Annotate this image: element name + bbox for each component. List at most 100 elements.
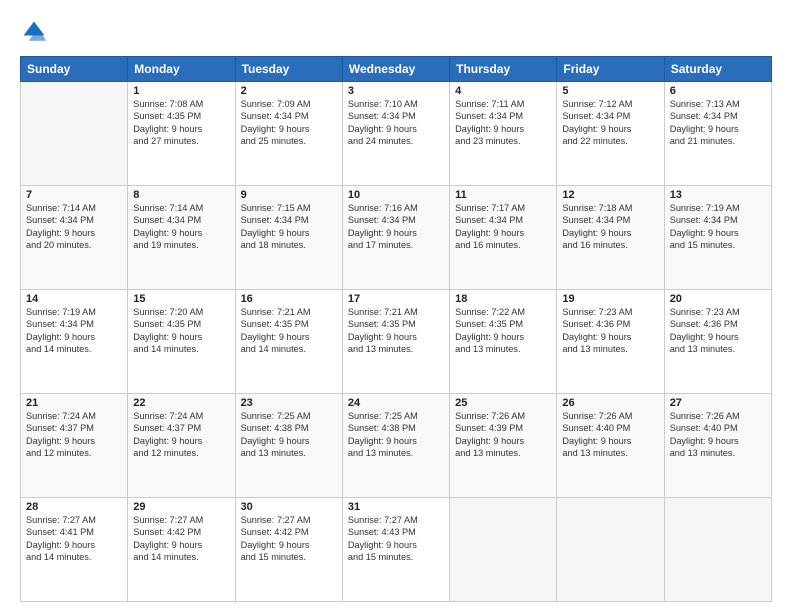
- day-info: Sunrise: 7:15 AMSunset: 4:34 PMDaylight:…: [241, 202, 337, 252]
- day-info: Sunrise: 7:11 AMSunset: 4:34 PMDaylight:…: [455, 98, 551, 148]
- table-row: 2Sunrise: 7:09 AMSunset: 4:34 PMDaylight…: [235, 82, 342, 186]
- table-row: 4Sunrise: 7:11 AMSunset: 4:34 PMDaylight…: [450, 82, 557, 186]
- day-number: 30: [241, 501, 337, 513]
- day-number: 9: [241, 189, 337, 201]
- generalblue-logo-icon: [20, 18, 48, 46]
- day-info: Sunrise: 7:21 AMSunset: 4:35 PMDaylight:…: [241, 306, 337, 356]
- table-row: 3Sunrise: 7:10 AMSunset: 4:34 PMDaylight…: [342, 82, 449, 186]
- day-number: 6: [670, 85, 766, 97]
- calendar-header-row: Sunday Monday Tuesday Wednesday Thursday…: [21, 57, 772, 82]
- table-row: 26Sunrise: 7:26 AMSunset: 4:40 PMDayligh…: [557, 394, 664, 498]
- table-row: 8Sunrise: 7:14 AMSunset: 4:34 PMDaylight…: [128, 186, 235, 290]
- day-info: Sunrise: 7:24 AMSunset: 4:37 PMDaylight:…: [26, 410, 122, 460]
- table-row: 6Sunrise: 7:13 AMSunset: 4:34 PMDaylight…: [664, 82, 771, 186]
- day-number: 21: [26, 397, 122, 409]
- day-info: Sunrise: 7:25 AMSunset: 4:38 PMDaylight:…: [348, 410, 444, 460]
- day-info: Sunrise: 7:14 AMSunset: 4:34 PMDaylight:…: [133, 202, 229, 252]
- day-number: 19: [562, 293, 658, 305]
- col-sunday: Sunday: [21, 57, 128, 82]
- col-thursday: Thursday: [450, 57, 557, 82]
- day-info: Sunrise: 7:27 AMSunset: 4:42 PMDaylight:…: [241, 514, 337, 564]
- table-row: 19Sunrise: 7:23 AMSunset: 4:36 PMDayligh…: [557, 290, 664, 394]
- day-number: 25: [455, 397, 551, 409]
- day-info: Sunrise: 7:14 AMSunset: 4:34 PMDaylight:…: [26, 202, 122, 252]
- table-row: 12Sunrise: 7:18 AMSunset: 4:34 PMDayligh…: [557, 186, 664, 290]
- day-number: 29: [133, 501, 229, 513]
- logo: [20, 18, 52, 46]
- table-row: 27Sunrise: 7:26 AMSunset: 4:40 PMDayligh…: [664, 394, 771, 498]
- day-info: Sunrise: 7:10 AMSunset: 4:34 PMDaylight:…: [348, 98, 444, 148]
- table-row: 18Sunrise: 7:22 AMSunset: 4:35 PMDayligh…: [450, 290, 557, 394]
- day-number: 28: [26, 501, 122, 513]
- day-info: Sunrise: 7:20 AMSunset: 4:35 PMDaylight:…: [133, 306, 229, 356]
- day-info: Sunrise: 7:23 AMSunset: 4:36 PMDaylight:…: [670, 306, 766, 356]
- calendar-week-row: 28Sunrise: 7:27 AMSunset: 4:41 PMDayligh…: [21, 498, 772, 602]
- table-row: 13Sunrise: 7:19 AMSunset: 4:34 PMDayligh…: [664, 186, 771, 290]
- day-number: 31: [348, 501, 444, 513]
- day-info: Sunrise: 7:22 AMSunset: 4:35 PMDaylight:…: [455, 306, 551, 356]
- day-number: 3: [348, 85, 444, 97]
- day-info: Sunrise: 7:27 AMSunset: 4:42 PMDaylight:…: [133, 514, 229, 564]
- table-row: 17Sunrise: 7:21 AMSunset: 4:35 PMDayligh…: [342, 290, 449, 394]
- day-number: 23: [241, 397, 337, 409]
- calendar-week-row: 1Sunrise: 7:08 AMSunset: 4:35 PMDaylight…: [21, 82, 772, 186]
- table-row: 9Sunrise: 7:15 AMSunset: 4:34 PMDaylight…: [235, 186, 342, 290]
- day-info: Sunrise: 7:21 AMSunset: 4:35 PMDaylight:…: [348, 306, 444, 356]
- day-number: 22: [133, 397, 229, 409]
- col-friday: Friday: [557, 57, 664, 82]
- day-number: 26: [562, 397, 658, 409]
- page: Sunday Monday Tuesday Wednesday Thursday…: [0, 0, 792, 612]
- day-info: Sunrise: 7:19 AMSunset: 4:34 PMDaylight:…: [26, 306, 122, 356]
- day-number: 4: [455, 85, 551, 97]
- day-number: 27: [670, 397, 766, 409]
- calendar-week-row: 7Sunrise: 7:14 AMSunset: 4:34 PMDaylight…: [21, 186, 772, 290]
- table-row: 31Sunrise: 7:27 AMSunset: 4:43 PMDayligh…: [342, 498, 449, 602]
- day-info: Sunrise: 7:26 AMSunset: 4:40 PMDaylight:…: [562, 410, 658, 460]
- day-number: 10: [348, 189, 444, 201]
- calendar-week-row: 14Sunrise: 7:19 AMSunset: 4:34 PMDayligh…: [21, 290, 772, 394]
- day-number: 1: [133, 85, 229, 97]
- day-number: 12: [562, 189, 658, 201]
- day-info: Sunrise: 7:18 AMSunset: 4:34 PMDaylight:…: [562, 202, 658, 252]
- day-number: 7: [26, 189, 122, 201]
- day-number: 2: [241, 85, 337, 97]
- table-row: 1Sunrise: 7:08 AMSunset: 4:35 PMDaylight…: [128, 82, 235, 186]
- day-number: 5: [562, 85, 658, 97]
- table-row: 10Sunrise: 7:16 AMSunset: 4:34 PMDayligh…: [342, 186, 449, 290]
- day-info: Sunrise: 7:26 AMSunset: 4:40 PMDaylight:…: [670, 410, 766, 460]
- day-number: 8: [133, 189, 229, 201]
- table-row: [21, 82, 128, 186]
- table-row: 5Sunrise: 7:12 AMSunset: 4:34 PMDaylight…: [557, 82, 664, 186]
- day-number: 16: [241, 293, 337, 305]
- table-row: [557, 498, 664, 602]
- day-info: Sunrise: 7:12 AMSunset: 4:34 PMDaylight:…: [562, 98, 658, 148]
- table-row: 25Sunrise: 7:26 AMSunset: 4:39 PMDayligh…: [450, 394, 557, 498]
- table-row: [664, 498, 771, 602]
- table-row: 30Sunrise: 7:27 AMSunset: 4:42 PMDayligh…: [235, 498, 342, 602]
- day-info: Sunrise: 7:17 AMSunset: 4:34 PMDaylight:…: [455, 202, 551, 252]
- table-row: 21Sunrise: 7:24 AMSunset: 4:37 PMDayligh…: [21, 394, 128, 498]
- table-row: 20Sunrise: 7:23 AMSunset: 4:36 PMDayligh…: [664, 290, 771, 394]
- day-info: Sunrise: 7:23 AMSunset: 4:36 PMDaylight:…: [562, 306, 658, 356]
- day-number: 14: [26, 293, 122, 305]
- col-saturday: Saturday: [664, 57, 771, 82]
- day-info: Sunrise: 7:26 AMSunset: 4:39 PMDaylight:…: [455, 410, 551, 460]
- table-row: 24Sunrise: 7:25 AMSunset: 4:38 PMDayligh…: [342, 394, 449, 498]
- day-number: 20: [670, 293, 766, 305]
- day-number: 24: [348, 397, 444, 409]
- calendar-week-row: 21Sunrise: 7:24 AMSunset: 4:37 PMDayligh…: [21, 394, 772, 498]
- table-row: 29Sunrise: 7:27 AMSunset: 4:42 PMDayligh…: [128, 498, 235, 602]
- day-number: 18: [455, 293, 551, 305]
- table-row: 14Sunrise: 7:19 AMSunset: 4:34 PMDayligh…: [21, 290, 128, 394]
- day-number: 13: [670, 189, 766, 201]
- header: [20, 18, 772, 46]
- table-row: 16Sunrise: 7:21 AMSunset: 4:35 PMDayligh…: [235, 290, 342, 394]
- day-info: Sunrise: 7:27 AMSunset: 4:43 PMDaylight:…: [348, 514, 444, 564]
- day-info: Sunrise: 7:16 AMSunset: 4:34 PMDaylight:…: [348, 202, 444, 252]
- table-row: 7Sunrise: 7:14 AMSunset: 4:34 PMDaylight…: [21, 186, 128, 290]
- day-info: Sunrise: 7:09 AMSunset: 4:34 PMDaylight:…: [241, 98, 337, 148]
- day-info: Sunrise: 7:27 AMSunset: 4:41 PMDaylight:…: [26, 514, 122, 564]
- table-row: 11Sunrise: 7:17 AMSunset: 4:34 PMDayligh…: [450, 186, 557, 290]
- day-number: 15: [133, 293, 229, 305]
- col-tuesday: Tuesday: [235, 57, 342, 82]
